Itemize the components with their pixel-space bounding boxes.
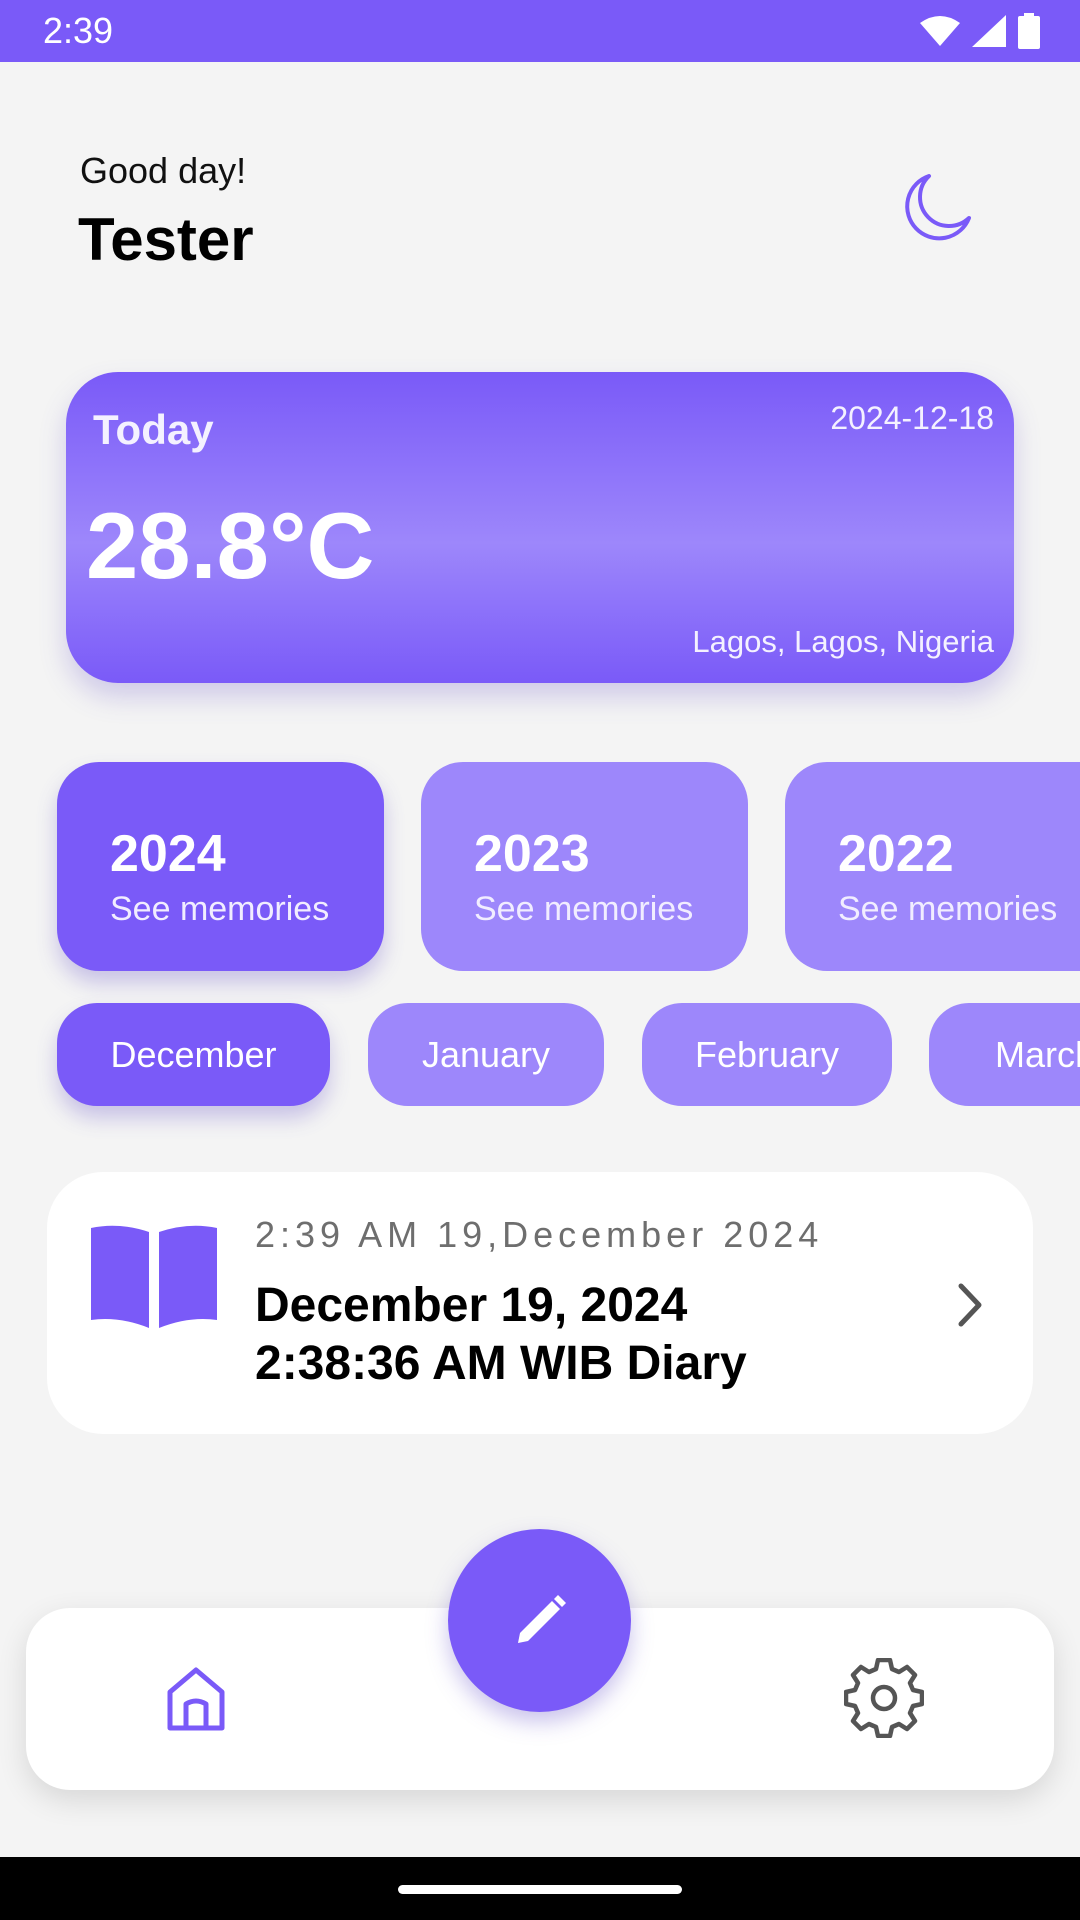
weather-card: Today 2024-12-18 28.8°C Lagos, Lagos, Ni… [66, 372, 1014, 683]
signal-icon [972, 15, 1006, 47]
year-subtitle: See memories [474, 890, 694, 928]
month-chip-february[interactable]: February [642, 1003, 892, 1106]
year-card-2022[interactable]: 2022 See memories [785, 762, 1080, 971]
diary-timestamp: 2:39 AM 19,December 2024 [255, 1214, 824, 1255]
year-card-2023[interactable]: 2023 See memories [421, 762, 748, 971]
wifi-icon [920, 16, 960, 46]
gear-icon[interactable] [844, 1658, 924, 1738]
year-number: 2024 [110, 825, 226, 883]
greeting-text: Good day! [80, 150, 247, 191]
chevron-right-icon [958, 1283, 982, 1327]
year-subtitle: See memories [838, 890, 1058, 928]
diary-entry-card[interactable]: 2:39 AM 19,December 2024 December 19, 20… [47, 1172, 1033, 1434]
home-indicator[interactable] [398, 1885, 682, 1894]
month-chip-december[interactable]: December [57, 1003, 330, 1106]
new-entry-fab[interactable] [448, 1529, 631, 1712]
user-name: Tester [78, 206, 254, 273]
weather-today-label: Today [93, 406, 214, 453]
month-chip-march[interactable]: March [929, 1003, 1080, 1106]
month-chip-january[interactable]: January [368, 1003, 604, 1106]
status-time: 2:39 [43, 10, 114, 51]
year-number: 2023 [474, 825, 590, 883]
open-book-icon [91, 1225, 217, 1328]
moon-icon[interactable] [895, 170, 975, 250]
diary-title: December 19, 2024 2:38:36 AM WIB Diary [255, 1279, 747, 1390]
home-icon[interactable] [156, 1658, 236, 1738]
year-subtitle: See memories [110, 890, 330, 928]
weather-location: Lagos, Lagos, Nigeria [692, 624, 994, 659]
year-card-2024[interactable]: 2024 See memories [57, 762, 384, 971]
status-bar: 2:39 [0, 0, 1080, 62]
weather-temperature: 28.8°C [86, 493, 375, 598]
weather-date: 2024-12-18 [830, 400, 994, 436]
battery-icon [1018, 13, 1040, 49]
year-number: 2022 [838, 825, 954, 883]
status-icons [920, 12, 1040, 50]
pencil-icon [517, 1594, 566, 1643]
